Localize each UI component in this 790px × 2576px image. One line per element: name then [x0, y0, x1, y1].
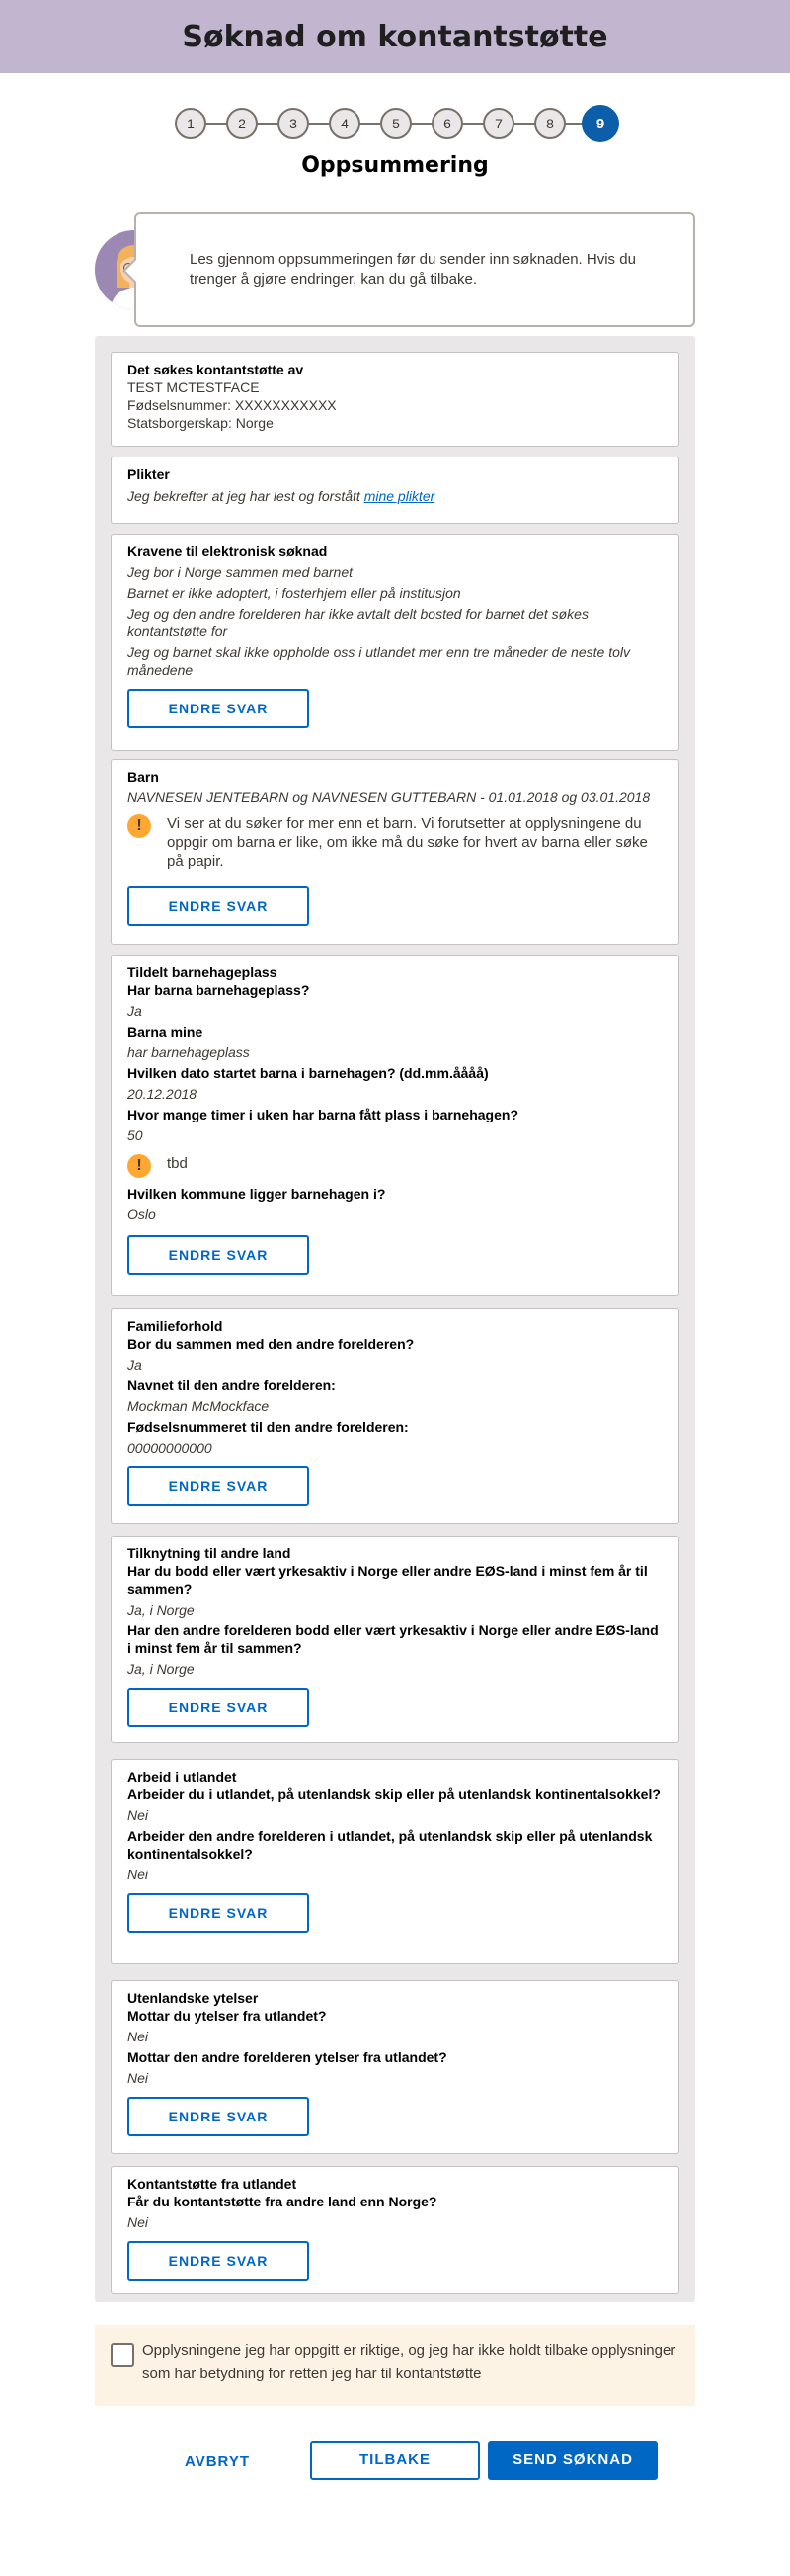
connection-card: Tilknytning til andre land Har du bodd e… — [111, 1536, 679, 1743]
family-card: Familieforhold Bor du sammen med den and… — [111, 1308, 679, 1524]
kindergarten-a5: Oslo — [127, 1206, 156, 1222]
children-card: Barn NAVNESEN JENTEBARN og NAVNESEN GUTT… — [111, 759, 679, 945]
applicant-card: Det søkes kontantstøtte av TEST MCTESTFA… — [111, 352, 679, 447]
step-title: Oppsummering — [301, 153, 489, 178]
confirm-checkbox[interactable] — [111, 2343, 134, 2367]
family-q2: Navnet til den andre forelderen: — [127, 1377, 336, 1393]
confirm-text[interactable]: Opplysningene jeg har oppgitt er riktige… — [142, 2339, 679, 2386]
edit-children-button[interactable]: ENDRE SVAR — [127, 886, 309, 926]
kindergarten-a3: 20.12.2018 — [127, 1086, 198, 1102]
work-abroad-q2: Arbeider den andre forelderen i utlandet… — [127, 1828, 653, 1862]
step-2[interactable]: 2 — [226, 108, 258, 139]
requirements-card: Kravene til elektronisk søknad Jeg bor i… — [111, 534, 679, 751]
kindergarten-q3: Hvilken dato startet barna i barnehagen?… — [127, 1065, 489, 1081]
family-a2: Mockman McMockface — [127, 1398, 270, 1414]
family-a1: Ja — [127, 1357, 142, 1372]
veileder: Les gjennom oppsummeringen før du sender… — [95, 212, 695, 327]
family-title: Familieforhold — [127, 1318, 223, 1334]
kindergarten-a4: 50 — [127, 1127, 143, 1143]
step-1[interactable]: 1 — [175, 108, 206, 139]
children-title: Barn — [127, 769, 159, 785]
foreign-support-a1: Nei — [127, 2214, 149, 2230]
requirement-item: Jeg og barnet skal ikke oppholde oss i u… — [127, 644, 630, 678]
connection-q2: Har den andre forelderen bodd eller vært… — [127, 1622, 659, 1656]
duties-statement: Jeg bekrefter at jeg har lest og forståt… — [127, 488, 360, 504]
foreign-benefits-title: Utenlandske ytelser — [127, 1990, 259, 2006]
kindergarten-alert-text: tbd — [167, 1155, 188, 1172]
connection-q1: Har du bodd eller vært yrkesaktiv i Norg… — [127, 1563, 648, 1597]
edit-foreign-benefits-button[interactable]: ENDRE SVAR — [127, 2097, 309, 2136]
edit-work-abroad-button[interactable]: ENDRE SVAR — [127, 1893, 309, 1933]
foreign-benefits-q1: Mottar du ytelser fra utlandet? — [127, 2008, 327, 2024]
kindergarten-q5: Hvilken kommune ligger barnehagen i? — [127, 1186, 386, 1202]
button-row: AVBRYT TILBAKE SEND SØKNAD — [0, 2441, 790, 2482]
edit-requirements-button[interactable]: ENDRE SVAR — [127, 689, 309, 728]
summary-panel: Det søkes kontantstøtte av TEST MCTESTFA… — [95, 336, 695, 2302]
header-banner: Søknad om kontantstøtte — [0, 0, 790, 73]
mine-plikter-link[interactable]: mine plikter — [364, 488, 435, 504]
connection-a1: Ja, i Norge — [127, 1602, 195, 1618]
edit-family-button[interactable]: ENDRE SVAR — [127, 1466, 309, 1506]
connection-title: Tilknytning til andre land — [127, 1545, 291, 1561]
send-button[interactable]: SEND SØKNAD — [488, 2441, 658, 2480]
step-7[interactable]: 7 — [483, 108, 514, 139]
stepper: 1 2 3 4 5 6 7 8 9 — [0, 105, 790, 142]
children-alert: ! Vi ser at du søker for mer enn et barn… — [127, 814, 663, 871]
connection-a2: Ja, i Norge — [127, 1661, 195, 1677]
kindergarten-card: Tildelt barnehageplass Har barna barneha… — [111, 955, 679, 1296]
foreign-support-title: Kontantstøtte fra utlandet — [127, 2176, 297, 2192]
children-names: NAVNESEN JENTEBARN og NAVNESEN GUTTEBARN… — [127, 789, 651, 805]
warning-icon: ! — [127, 1154, 151, 1178]
edit-foreign-support-button[interactable]: ENDRE SVAR — [127, 2241, 309, 2281]
applicant-citizenship: Statsborgerskap: Norge — [127, 415, 274, 431]
foreign-support-card: Kontantstøtte fra utlandet Får du kontan… — [111, 2166, 679, 2294]
family-q3: Fødselsnummeret til den andre forelderen… — [127, 1419, 409, 1435]
requirement-item: Barnet er ikke adoptert, i fosterhjem el… — [127, 585, 461, 601]
kindergarten-q2: Barna mine — [127, 1024, 203, 1039]
step-4[interactable]: 4 — [329, 108, 360, 139]
applicant-fnr: Fødselsnummer: XXXXXXXXXXX — [127, 397, 337, 413]
work-abroad-a1: Nei — [127, 1807, 149, 1823]
step-5[interactable]: 5 — [380, 108, 412, 139]
requirement-item: Jeg bor i Norge sammen med barnet — [127, 564, 353, 580]
applicant-name: TEST MCTESTFACE — [127, 379, 260, 395]
step-6[interactable]: 6 — [432, 108, 463, 139]
kindergarten-a1: Ja — [127, 1003, 142, 1019]
work-abroad-title: Arbeid i utlandet — [127, 1769, 237, 1785]
kindergarten-a2: har barnehageplass — [127, 1044, 250, 1060]
confirm-box: Opplysningene jeg har oppgitt er riktige… — [95, 2325, 695, 2406]
step-9-current: 9 — [582, 105, 619, 142]
children-alert-text: Vi ser at du søker for mer enn et barn. … — [167, 815, 648, 870]
kindergarten-title: Tildelt barnehageplass — [127, 964, 277, 980]
family-q1: Bor du sammen med den andre forelderen? — [127, 1336, 415, 1352]
foreign-benefits-a2: Nei — [127, 2070, 149, 2086]
duties-text: Jeg bekrefter at jeg har lest og forståt… — [127, 487, 663, 505]
edit-connection-button[interactable]: ENDRE SVAR — [127, 1688, 309, 1727]
work-abroad-a2: Nei — [127, 1867, 149, 1882]
requirements-title: Kravene til elektronisk søknad — [127, 543, 328, 559]
foreign-benefits-card: Utenlandske ytelser Mottar du ytelser fr… — [111, 1980, 679, 2154]
cancel-button[interactable]: AVBRYT — [158, 2443, 276, 2482]
foreign-support-q1: Får du kontantstøtte fra andre land enn … — [127, 2194, 437, 2209]
foreign-benefits-q2: Mottar den andre forelderen ytelser fra … — [127, 2049, 447, 2065]
kindergarten-q1: Har barna barnehageplass? — [127, 982, 310, 998]
duties-title: Plikter — [127, 466, 170, 482]
foreign-benefits-a1: Nei — [127, 2029, 149, 2044]
veileder-speech-bubble: Les gjennom oppsummeringen før du sender… — [134, 212, 695, 327]
back-button[interactable]: TILBAKE — [310, 2441, 480, 2480]
work-abroad-q1: Arbeider du i utlandet, på utenlandsk sk… — [127, 1787, 661, 1802]
edit-kindergarten-button[interactable]: ENDRE SVAR — [127, 1235, 309, 1275]
work-abroad-card: Arbeid i utlandet Arbeider du i utlandet… — [111, 1759, 679, 1964]
page-title: Søknad om kontantstøtte — [182, 19, 608, 54]
warning-icon: ! — [127, 814, 151, 838]
applicant-title: Det søkes kontantstøtte av — [127, 362, 304, 377]
family-a3: 00000000000 — [127, 1440, 212, 1455]
duties-card: Plikter Jeg bekrefter at jeg har lest og… — [111, 457, 679, 524]
step-8[interactable]: 8 — [534, 108, 566, 139]
kindergarten-q4: Hvor mange timer i uken har barna fått p… — [127, 1107, 518, 1122]
step-3[interactable]: 3 — [277, 108, 309, 139]
requirement-item: Jeg og den andre forelderen har ikke avt… — [127, 606, 589, 639]
kindergarten-alert: ! tbd — [127, 1154, 663, 1178]
